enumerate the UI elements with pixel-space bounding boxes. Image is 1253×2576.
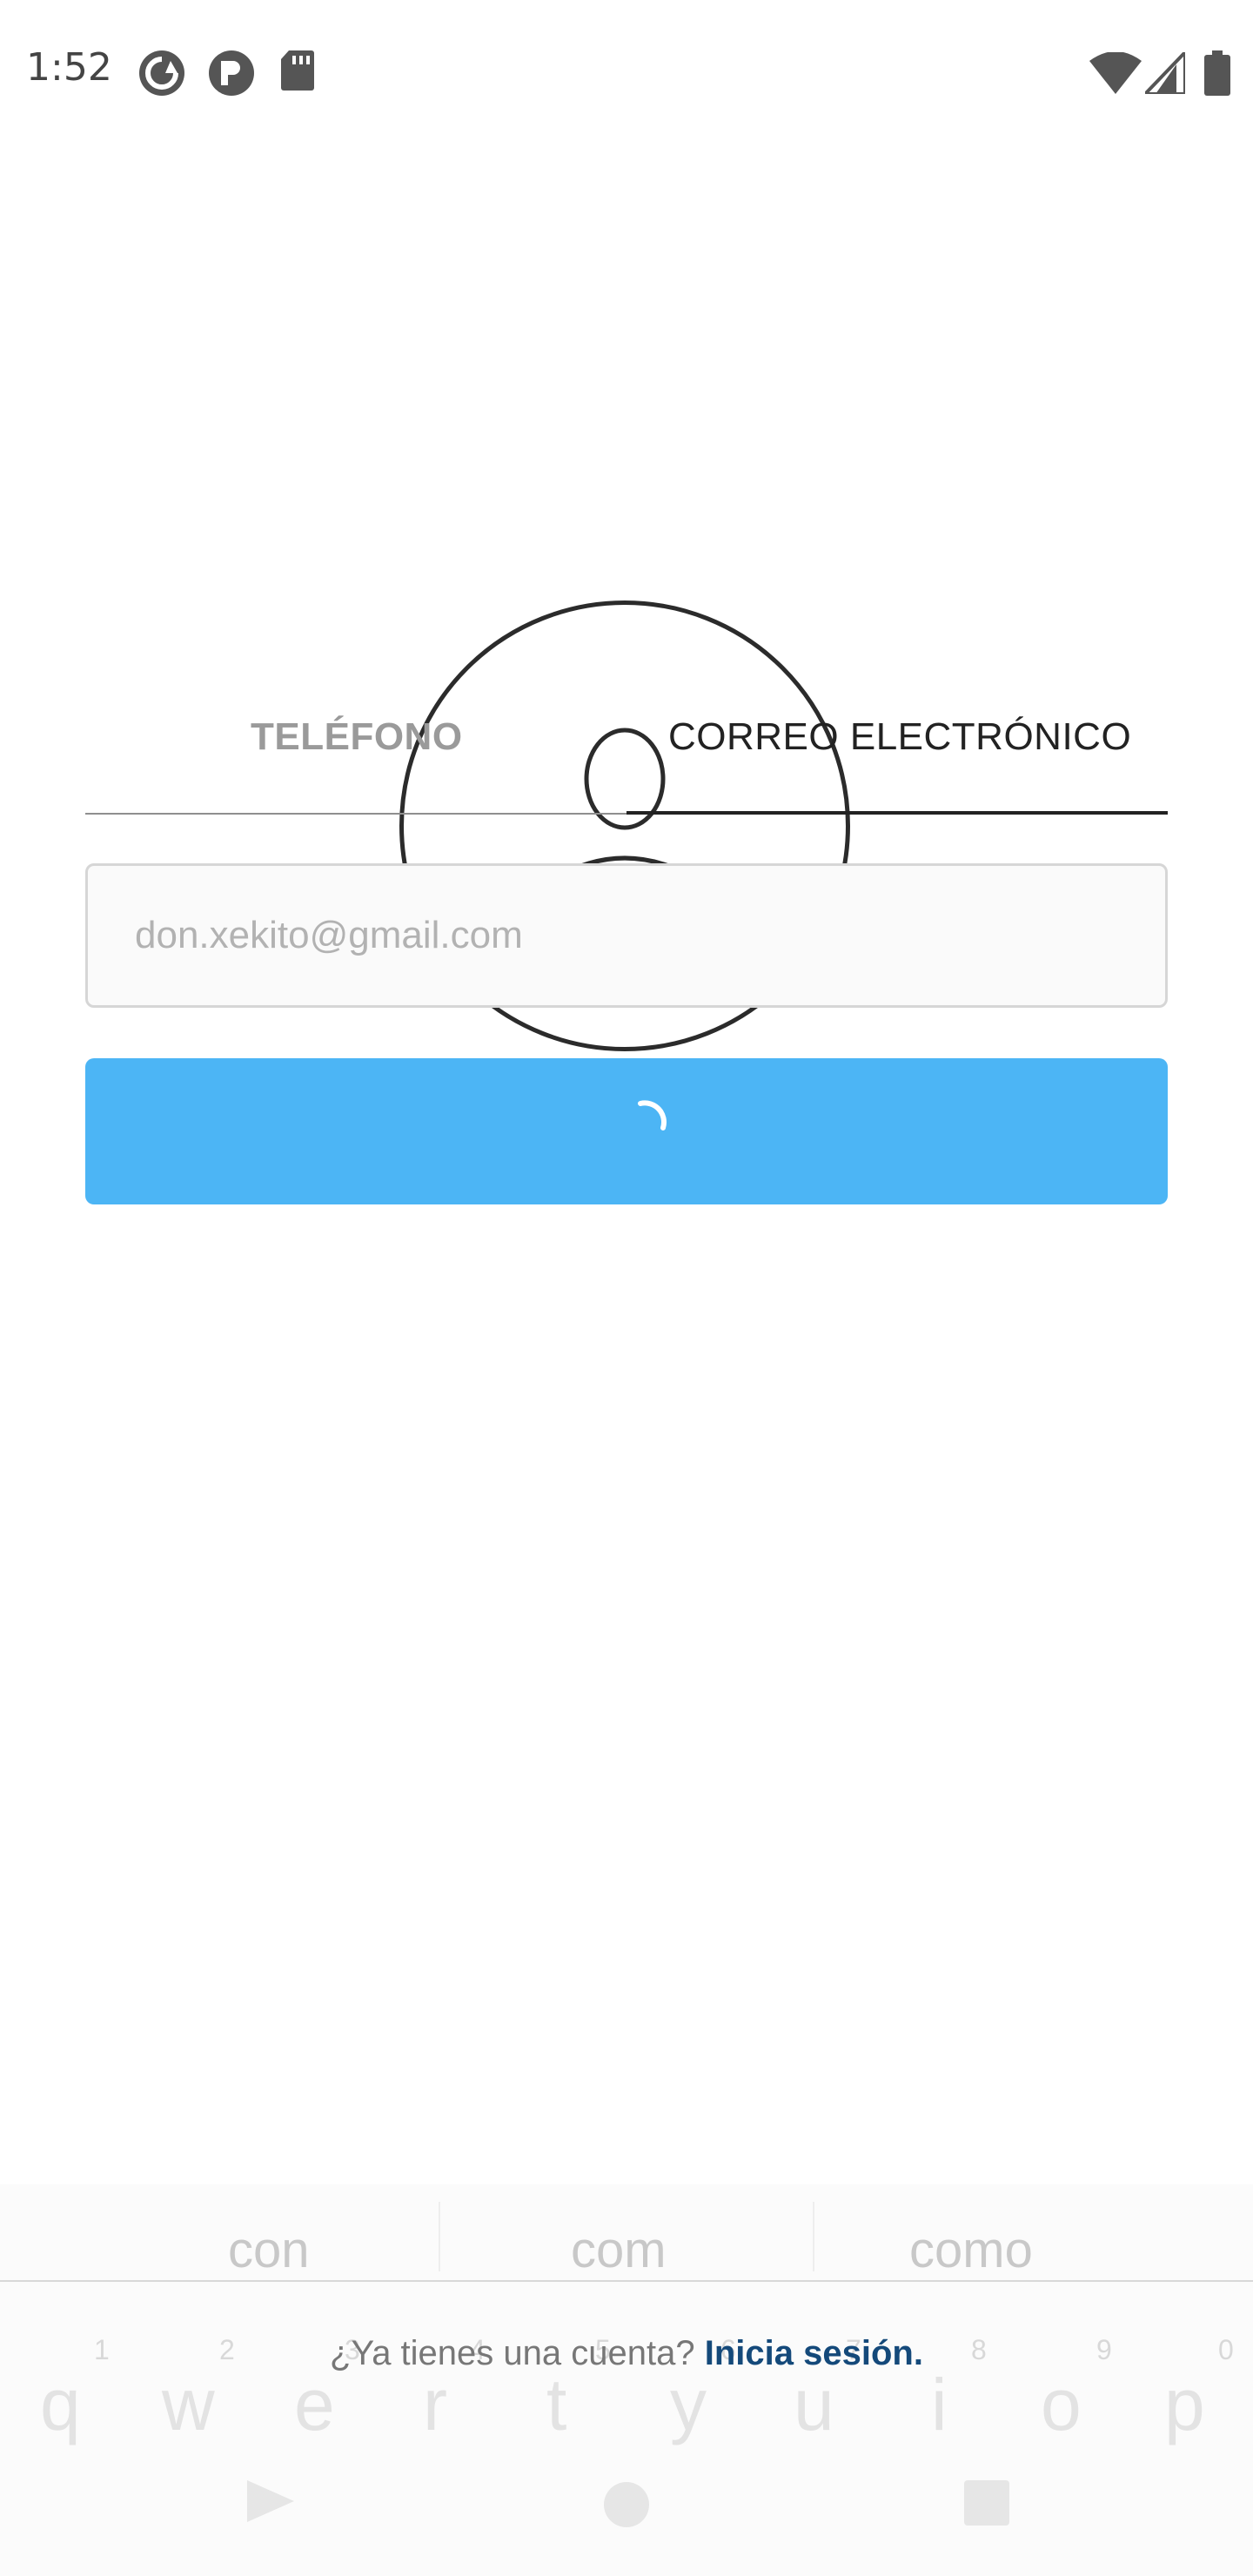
home-icon[interactable] bbox=[604, 2482, 649, 2527]
submit-button[interactable] bbox=[85, 1058, 1168, 1204]
key-letter[interactable]: r bbox=[423, 2363, 447, 2447]
battery-icon bbox=[1204, 50, 1230, 96]
tab-phone[interactable]: TELÉFONO bbox=[251, 715, 463, 759]
tab-email[interactable]: CORREO ELECTRÓNICO bbox=[668, 715, 1131, 759]
key-letter[interactable]: q bbox=[40, 2363, 81, 2447]
key-letter[interactable]: e bbox=[294, 2363, 335, 2447]
key-letter[interactable]: y bbox=[670, 2363, 707, 2447]
email-field[interactable] bbox=[85, 863, 1168, 1008]
status-time: 1:52 bbox=[26, 45, 112, 90]
status-bar: 1:52 bbox=[0, 0, 1253, 148]
suggestion-divider bbox=[439, 2202, 440, 2271]
suggestion-1[interactable]: con bbox=[228, 2221, 310, 2279]
login-prompt: ¿Ya tienes una cuenta? Inicia sesión. bbox=[0, 2334, 1253, 2373]
login-method-tabs: TELÉFONO CORREO ELECTRÓNICO bbox=[85, 696, 1168, 818]
tab-selected-indicator bbox=[626, 811, 1168, 815]
spinner-icon bbox=[638, 1100, 667, 1130]
suggestion-3[interactable]: como bbox=[909, 2221, 1033, 2279]
sync-icon bbox=[139, 50, 184, 96]
signal-icon bbox=[1145, 52, 1185, 94]
sd-card-icon bbox=[281, 50, 314, 91]
login-prompt-text: ¿Ya tienes una cuenta? bbox=[330, 2334, 695, 2372]
circle-p-icon bbox=[209, 50, 254, 96]
keyboard-divider bbox=[0, 2280, 1253, 2282]
key-letter[interactable]: p bbox=[1164, 2363, 1205, 2447]
suggestion-2[interactable]: com bbox=[571, 2221, 667, 2279]
recents-icon[interactable] bbox=[964, 2480, 1009, 2526]
key-letter[interactable]: t bbox=[546, 2363, 566, 2447]
key-letter[interactable]: w bbox=[162, 2363, 215, 2447]
key-letter[interactable]: u bbox=[794, 2363, 834, 2447]
back-icon[interactable] bbox=[244, 2473, 298, 2527]
suggestion-divider bbox=[813, 2202, 814, 2271]
wifi-icon bbox=[1089, 52, 1142, 94]
login-link[interactable]: Inicia sesión. bbox=[705, 2334, 923, 2372]
key-letter[interactable]: i bbox=[931, 2363, 948, 2447]
key-letter[interactable]: o bbox=[1041, 2363, 1082, 2447]
